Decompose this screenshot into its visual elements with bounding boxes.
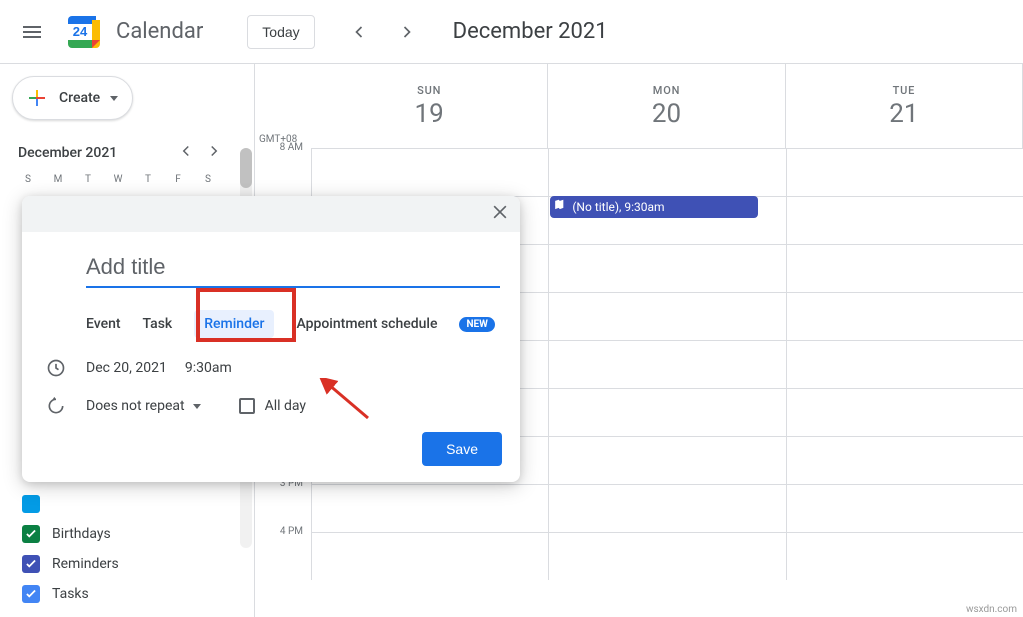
scrollbar-thumb[interactable]: [240, 148, 252, 188]
date-heading: December 2021: [453, 19, 608, 44]
day-header[interactable]: MON20: [548, 64, 785, 148]
plus-icon: [25, 86, 49, 110]
new-badge: NEW: [459, 317, 494, 332]
create-button[interactable]: Create: [12, 76, 133, 120]
watermark: wsxdn.com: [966, 604, 1017, 615]
calendar-item-birthdays[interactable]: Birthdays: [22, 525, 119, 543]
allday-checkbox[interactable]: [239, 398, 255, 414]
header: 24 Calendar Today December 2021: [0, 0, 1023, 64]
mini-prev-button[interactable]: [177, 142, 195, 164]
date-field[interactable]: Dec 20, 2021: [86, 360, 167, 376]
today-button[interactable]: Today: [247, 15, 314, 49]
calendar-item-reminders[interactable]: Reminders: [22, 555, 119, 573]
day-column[interactable]: [786, 148, 1023, 580]
mini-calendar-title: December 2021: [18, 145, 117, 161]
repeat-dropdown[interactable]: Does not repeat: [86, 398, 201, 414]
repeat-icon: [46, 396, 66, 416]
app-name: Calendar: [116, 19, 203, 44]
title-input[interactable]: [86, 250, 500, 288]
prev-button[interactable]: [339, 12, 379, 52]
tab-appointment[interactable]: Appointment schedule: [296, 316, 437, 332]
create-label: Create: [59, 90, 100, 106]
mini-next-button[interactable]: [205, 142, 223, 164]
chevron-down-icon: [193, 404, 201, 409]
menu-icon[interactable]: [8, 8, 56, 56]
mini-calendar-header: December 2021: [12, 142, 254, 164]
tab-reminder[interactable]: Reminder: [194, 310, 274, 338]
save-button[interactable]: Save: [422, 432, 502, 466]
time-field[interactable]: 9:30am: [185, 360, 232, 376]
event-chip[interactable]: (No title), 9:30am: [550, 196, 757, 218]
day-header[interactable]: SUN19: [311, 64, 548, 148]
tab-event[interactable]: Event: [86, 316, 121, 332]
mini-calendar-weekdays: S M T W T F S: [12, 174, 254, 185]
reminder-icon: [554, 198, 568, 215]
svg-text:24: 24: [73, 24, 88, 39]
calendar-logo: 24: [64, 12, 104, 52]
timezone-label: GMT+08: [255, 64, 311, 148]
calendar-item[interactable]: [22, 495, 119, 513]
calendar-list: Birthdays Reminders Tasks: [22, 495, 119, 603]
tab-task[interactable]: Task: [143, 316, 173, 332]
chevron-down-icon: [110, 96, 118, 101]
close-icon[interactable]: [490, 202, 510, 226]
create-dialog: Event Task Reminder Appointment schedule…: [22, 196, 520, 482]
calendar-item-tasks[interactable]: Tasks: [22, 585, 119, 603]
clock-icon: [46, 358, 66, 378]
allday-label: All day: [265, 398, 306, 414]
day-header[interactable]: TUE21: [786, 64, 1023, 148]
next-button[interactable]: [387, 12, 427, 52]
